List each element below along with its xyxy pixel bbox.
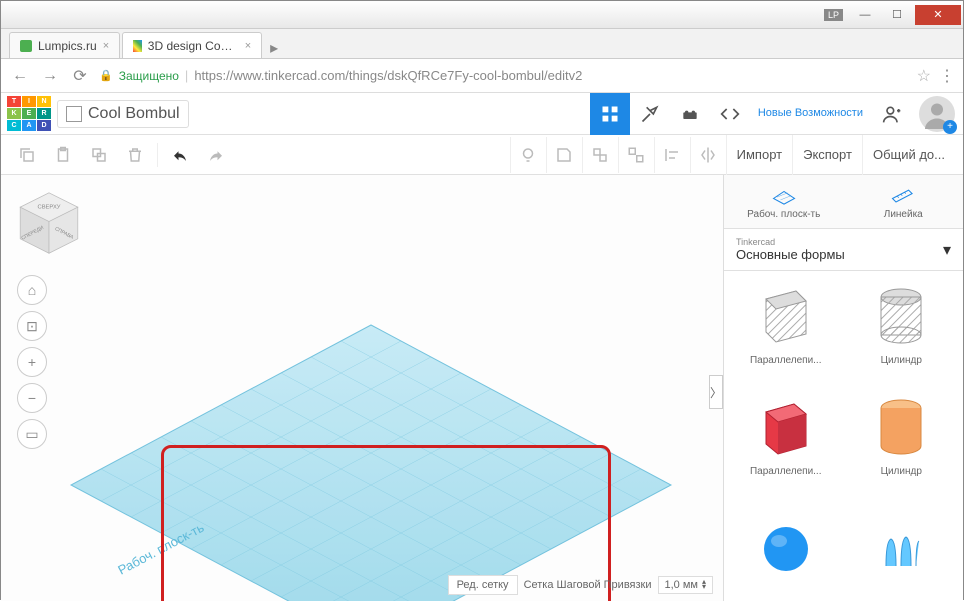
grid-controls: Ред. сетку Сетка Шаговой Привязки 1,0 мм…	[448, 575, 713, 595]
ruler-tool[interactable]: Линейка	[844, 175, 964, 228]
duplicate-button[interactable]	[81, 137, 117, 173]
close-tab-icon[interactable]: ×	[245, 40, 251, 52]
shape-box-hole[interactable]: Параллелепи...	[732, 279, 840, 382]
undo-button[interactable]	[162, 137, 198, 173]
pickaxe-icon[interactable]	[630, 93, 670, 135]
viewcube-top-label: СВЕРХУ	[38, 205, 61, 211]
share-button[interactable]: Общий до...	[862, 135, 955, 175]
collapse-sidebar-button[interactable]: 〉	[709, 375, 723, 409]
group-icon[interactable]	[582, 137, 618, 173]
delete-button[interactable]	[117, 137, 153, 173]
copy-button[interactable]	[9, 137, 45, 173]
shapes-sidebar: Рабоч. плоск-ть Линейка Tinkercad Основн…	[723, 175, 963, 601]
address-bar: ← → ⟳ 🔒 Защищено | https://www.tinkercad…	[1, 59, 963, 93]
shapes-grid: Параллелепи... Цилиндр Параллелепи... Ци…	[724, 271, 963, 601]
snap-value-select[interactable]: 1,0 мм▴▾	[658, 576, 714, 594]
maximize-button[interactable]: ☐	[883, 5, 911, 25]
shape-cylinder-solid[interactable]: Цилиндр	[848, 390, 956, 493]
edit-grid-button[interactable]: Ред. сетку	[448, 575, 518, 595]
tinkercad-logo[interactable]: TIN KER CAD	[7, 96, 51, 132]
align-icon[interactable]	[654, 137, 690, 173]
workplane-tool-label: Рабоч. плоск-ть	[747, 209, 820, 220]
secure-label: Защищено	[119, 69, 179, 83]
close-tab-icon[interactable]: ×	[103, 40, 109, 52]
back-button[interactable]: ←	[9, 65, 31, 87]
tab-title: Lumpics.ru	[38, 39, 97, 53]
forward-button[interactable]: →	[39, 65, 61, 87]
fit-view-button[interactable]: ⊡	[17, 311, 47, 341]
app-header: TIN KER CAD Cool Bombul Новые Возможност…	[1, 93, 963, 135]
edit-toolbar: Импорт Экспорт Общий до...	[1, 135, 963, 175]
canvas-3d[interactable]: СВЕРХУ СПЕРЕДИ СПРАВА ⌂ ⊡ + − ▭ Рабоч. п…	[1, 175, 723, 601]
shape-label: Цилиндр	[881, 466, 922, 477]
shape-label: Параллелепи...	[750, 466, 822, 477]
close-button[interactable]: ✕	[915, 5, 961, 25]
bulb-icon[interactable]	[510, 137, 546, 173]
view-cube[interactable]: СВЕРХУ СПЕРЕДИ СПРАВА	[13, 187, 85, 259]
export-button[interactable]: Экспорт	[792, 135, 862, 175]
view-controls: ⌂ ⊡ + − ▭	[17, 275, 47, 449]
import-button[interactable]: Импорт	[726, 135, 792, 175]
workplane-tool[interactable]: Рабоч. плоск-ть	[724, 175, 844, 228]
browser-tab[interactable]: Lumpics.ru ×	[9, 32, 120, 58]
chevron-down-icon: ▾	[943, 240, 951, 260]
browser-tab[interactable]: 3D design Cool Bombul ×	[122, 32, 262, 58]
shape-other[interactable]	[848, 501, 956, 593]
zoom-out-button[interactable]: −	[17, 383, 47, 413]
window-titlebar: LP — ☐ ✕	[1, 1, 963, 29]
shape-box-solid[interactable]: Параллелепи...	[732, 390, 840, 493]
project-title: Cool Bombul	[88, 105, 180, 123]
tab-title: 3D design Cool Bombul	[148, 39, 239, 53]
url-field[interactable]: 🔒 Защищено | https://www.tinkercad.com/t…	[99, 68, 909, 83]
project-title-badge[interactable]: Cool Bombul	[57, 100, 189, 128]
mirror-icon[interactable]	[690, 137, 726, 173]
brick-icon[interactable]	[670, 93, 710, 135]
bookmark-icon[interactable]: ☆	[917, 66, 931, 86]
shape-sphere[interactable]	[732, 501, 840, 593]
minimize-button[interactable]: —	[851, 5, 879, 25]
zoom-in-button[interactable]: +	[17, 347, 47, 377]
add-user-icon[interactable]	[871, 93, 911, 135]
user-avatar[interactable]	[919, 96, 955, 132]
new-tab-button[interactable]: ▸	[264, 38, 284, 58]
grid-view-button[interactable]	[590, 93, 630, 135]
shape-label: Параллелепи...	[750, 355, 822, 366]
shape-category-select[interactable]: Tinkercad Основные формы ▾	[724, 229, 963, 271]
shape-cylinder-hole[interactable]: Цилиндр	[848, 279, 956, 382]
lp-badge: LP	[824, 9, 843, 21]
shape-label: Цилиндр	[881, 355, 922, 366]
cube-icon	[66, 106, 82, 122]
category-sub: Tinkercad	[736, 237, 845, 247]
ungroup-icon[interactable]	[618, 137, 654, 173]
redo-button[interactable]	[198, 137, 234, 173]
news-link[interactable]: Новые Возможности	[750, 107, 871, 120]
url-text: https://www.tinkercad.com/things/dskQfRC…	[194, 68, 582, 83]
browser-menu-icon[interactable]: ⋮	[939, 66, 955, 86]
main-area: СВЕРХУ СПЕРЕДИ СПРАВА ⌂ ⊡ + − ▭ Рабоч. п…	[1, 175, 963, 601]
tab-favicon	[133, 40, 142, 52]
home-view-button[interactable]: ⌂	[17, 275, 47, 305]
ortho-view-button[interactable]: ▭	[17, 419, 47, 449]
note-icon[interactable]	[546, 137, 582, 173]
sidebar-tools: Рабоч. плоск-ть Линейка	[724, 175, 963, 229]
code-icon[interactable]	[710, 93, 750, 135]
ruler-tool-label: Линейка	[884, 209, 923, 220]
reload-button[interactable]: ⟳	[69, 65, 91, 87]
tab-favicon	[20, 40, 32, 52]
category-main: Основные формы	[736, 247, 845, 262]
paste-button[interactable]	[45, 137, 81, 173]
browser-tabs: Lumpics.ru × 3D design Cool Bombul × ▸	[1, 29, 963, 59]
snap-label: Сетка Шаговой Привязки	[524, 579, 652, 591]
lock-icon: 🔒	[99, 69, 113, 82]
